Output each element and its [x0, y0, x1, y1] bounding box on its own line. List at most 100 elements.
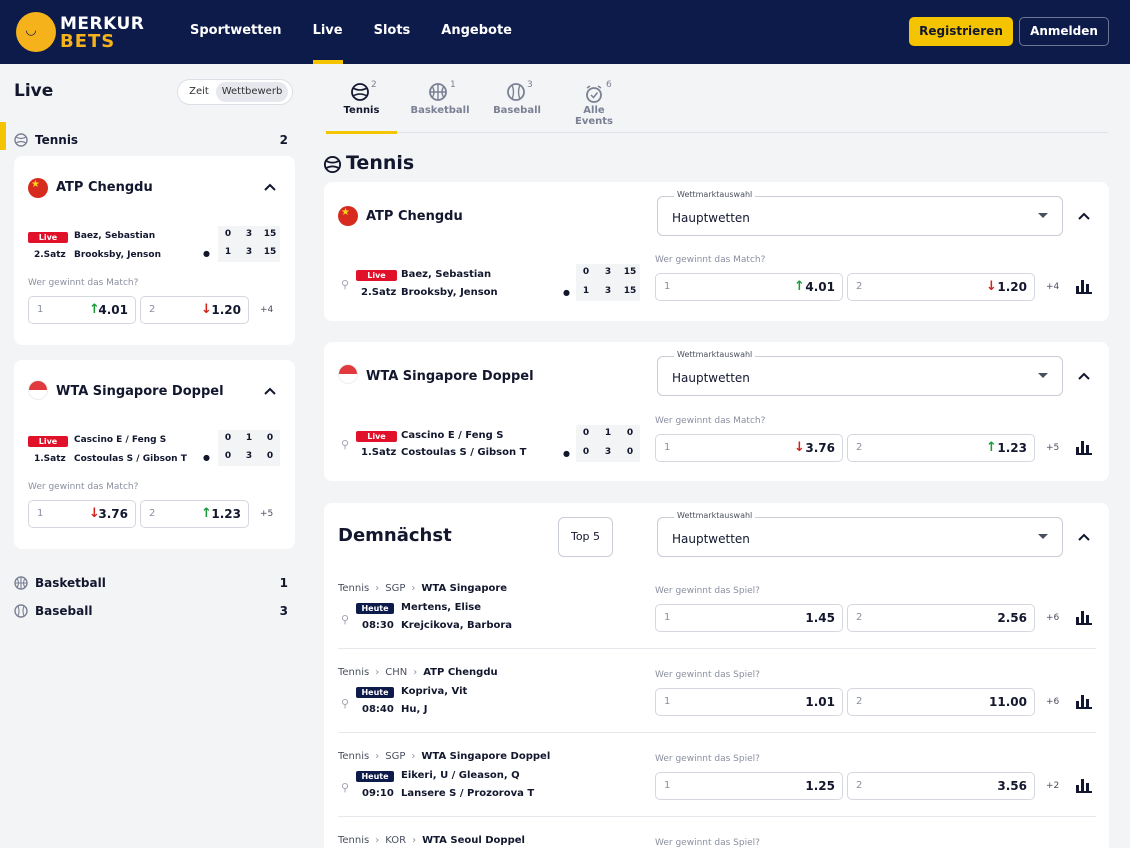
odds-button-2[interactable]: 2 ↓ 1.20	[847, 273, 1035, 301]
odds-button-1[interactable]: 1 1.01	[655, 688, 843, 716]
today-badge: Heute	[356, 771, 394, 782]
player-2: Costoulas S / Gibson T	[401, 447, 527, 458]
odds-button-2[interactable]: 2 3.56	[847, 772, 1035, 800]
nav-live[interactable]: Live	[312, 0, 343, 64]
nav-angebote[interactable]: Angebote	[441, 0, 512, 64]
competition-name: WTA Singapore Doppel	[56, 384, 224, 399]
sidebar-item-baseball[interactable]: Baseball 3	[0, 599, 300, 625]
sidebar-item-label: Tennis	[35, 133, 79, 147]
scoreboard: 0 3 15 1 3 15	[576, 264, 640, 301]
more-markets-link[interactable]: +6	[1046, 613, 1059, 623]
tab-alle-events[interactable]: 6 Alle Events	[564, 78, 624, 133]
sidebar-title: Live	[14, 81, 54, 101]
china-flag-icon	[338, 206, 358, 226]
market-question: Wer gewinnt das Match?	[28, 278, 139, 288]
top5-button[interactable]: Top 5	[558, 517, 613, 557]
merkur-bets-logo[interactable]: ◡ MERKUR BETS	[12, 8, 144, 56]
alarm-clock-icon	[586, 85, 602, 103]
chevron-up-icon[interactable]	[263, 180, 277, 194]
scoreboard: 0 3 15 1 3 15	[218, 226, 280, 262]
odds-button-2[interactable]: 2 ↑ 1.23	[140, 500, 249, 528]
arrow-down-icon: ↓	[201, 302, 212, 317]
event-card: WTA Singapore Doppel Wettmarktauswahl Ha…	[324, 342, 1109, 481]
stats-icon[interactable]	[1076, 280, 1092, 294]
today-badge: Heute	[356, 687, 394, 698]
market-question: Wer gewinnt das Match?	[655, 255, 766, 265]
odds-button-1[interactable]: 1 1.45	[655, 604, 843, 632]
stats-icon[interactable]	[1076, 695, 1092, 709]
toggle-wettbewerb[interactable]: Wettbewerb	[216, 82, 288, 102]
stats-icon[interactable]	[1076, 441, 1092, 455]
player-1: Kopriva, Vit	[401, 686, 468, 697]
serve-dot-icon: ●	[203, 249, 210, 258]
chevron-up-icon[interactable]	[1077, 209, 1091, 223]
more-markets-link[interactable]: +6	[1046, 697, 1059, 707]
today-badge: Heute	[356, 603, 394, 614]
toggle-zeit[interactable]: Zeit	[182, 82, 216, 102]
main-nav: Sportwetten Live Slots Angebote	[190, 0, 543, 64]
breadcrumb: Tennis › CHN › ATP Chengdu	[338, 667, 498, 678]
chevron-up-icon[interactable]	[1077, 369, 1091, 383]
nav-slots[interactable]: Slots	[374, 0, 411, 64]
stats-icon[interactable]	[1076, 611, 1092, 625]
odds-button-1[interactable]: 1 ↓ 3.76	[28, 500, 136, 528]
more-markets-link[interactable]: +5	[1046, 443, 1059, 453]
upcoming-card: Demnächst Top 5 Wettmarktauswahl Hauptwe…	[324, 503, 1109, 848]
set-label: 2.Satz	[361, 287, 397, 298]
pin-icon[interactable]: ⚲	[341, 278, 351, 291]
pin-icon[interactable]: ⚲	[341, 438, 351, 451]
odds-button-1[interactable]: 1 ↑ 4.01	[655, 273, 843, 301]
odds-button-1[interactable]: 1 1.25	[655, 772, 843, 800]
odds-button-2[interactable]: 2 2.56	[847, 604, 1035, 632]
odds-button-1[interactable]: 1 ↑ 4.01	[28, 296, 136, 324]
event-card: ATP Chengdu Wettmarktauswahl Hauptwetten…	[324, 182, 1109, 321]
arrow-down-icon: ↓	[986, 279, 997, 294]
sidebar-event-card: ATP Chengdu Live Baez, Sebastian 2.Satz …	[14, 156, 295, 345]
live-badge: Live	[356, 270, 397, 281]
sport-tabs: 2 Tennis 1 Basketball 3 Baseball 6 Alle …	[326, 78, 1108, 134]
market-question: Wer gewinnt das Match?	[28, 482, 139, 492]
player-2: Brooksby, Jenson	[74, 250, 161, 260]
register-button[interactable]: Registrieren	[909, 17, 1013, 46]
odds-button-1[interactable]: 1 ↓ 3.76	[655, 434, 843, 462]
breadcrumb: Tennis › KOR › WTA Seoul Doppel	[338, 835, 525, 846]
market-question: Wer gewinnt das Spiel?	[655, 754, 760, 764]
login-button[interactable]: Anmelden	[1019, 17, 1109, 46]
tab-baseball[interactable]: 3 Baseball	[492, 78, 542, 133]
arrow-up-icon: ↑	[986, 440, 997, 455]
arrow-down-icon: ↓	[794, 440, 805, 455]
player-1: Mertens, Elise	[401, 602, 481, 613]
sidebar-item-tennis[interactable]: Tennis 2	[0, 122, 300, 154]
sidebar-item-count: 1	[279, 576, 288, 590]
chevron-up-icon[interactable]	[263, 384, 277, 398]
more-markets-link[interactable]: +2	[1046, 781, 1059, 791]
pin-icon[interactable]: ⚲	[341, 613, 351, 626]
odds-button-2[interactable]: 2 ↓ 1.20	[140, 296, 249, 324]
nav-sportwetten[interactable]: Sportwetten	[190, 0, 282, 64]
more-markets-link[interactable]: +5	[260, 509, 273, 519]
odds-button-2[interactable]: 2 11.00	[847, 688, 1035, 716]
breadcrumb: Tennis › SGP › WTA Singapore	[338, 583, 508, 594]
tab-tennis[interactable]: 2 Tennis	[326, 78, 397, 134]
odds-button-2[interactable]: 2 ↑ 1.23	[847, 434, 1035, 462]
tab-basketball[interactable]: 1 Basketball	[408, 78, 472, 133]
stats-icon[interactable]	[1076, 779, 1092, 793]
market-select[interactable]: Wettmarktauswahl Hauptwetten	[657, 190, 1063, 236]
market-question: Wer gewinnt das Match?	[655, 416, 766, 426]
market-select[interactable]: Wettmarktauswahl Hauptwetten	[657, 511, 1063, 557]
market-select[interactable]: Wettmarktauswahl Hauptwetten	[657, 350, 1063, 396]
pin-icon[interactable]: ⚲	[341, 781, 351, 794]
sidebar-item-label: Baseball	[35, 604, 93, 618]
more-markets-link[interactable]: +4	[1046, 282, 1059, 292]
live-badge: Live	[28, 436, 68, 447]
set-label: 1.Satz	[34, 454, 66, 464]
sidebar-item-basketball[interactable]: Basketball 1	[0, 571, 300, 597]
tennis-ball-icon	[323, 155, 342, 174]
breadcrumb: Tennis › SGP › WTA Singapore Doppel	[338, 751, 551, 762]
more-markets-link[interactable]: +4	[260, 305, 273, 315]
pin-icon[interactable]: ⚲	[341, 697, 351, 710]
sidebar-item-count: 3	[279, 604, 288, 618]
set-label: 2.Satz	[34, 250, 66, 260]
chevron-up-icon[interactable]	[1077, 530, 1091, 544]
market-question: Wer gewinnt das Spiel?	[655, 586, 760, 596]
